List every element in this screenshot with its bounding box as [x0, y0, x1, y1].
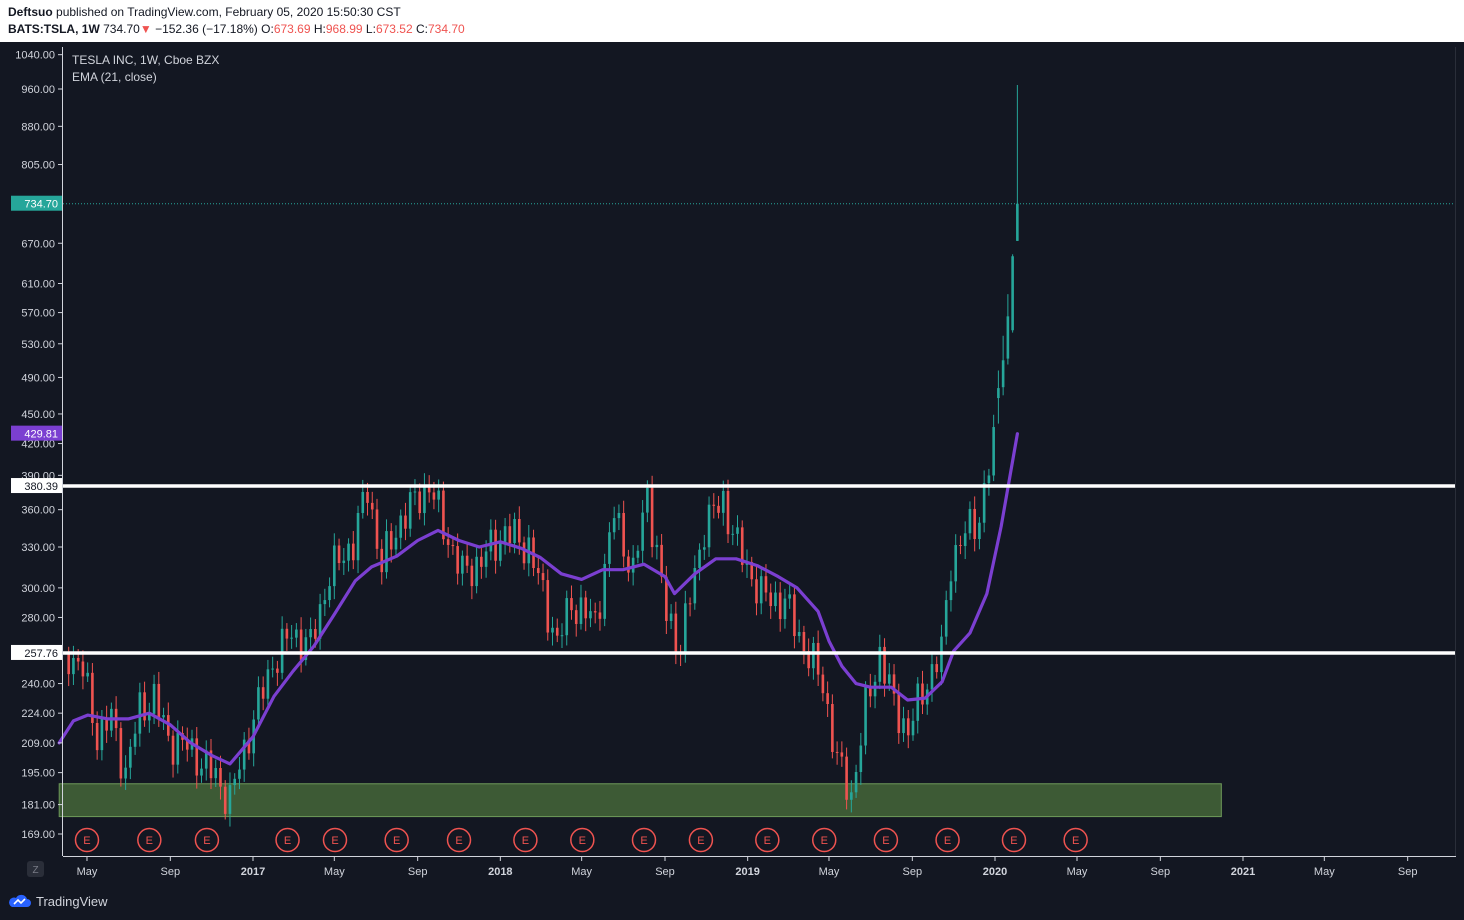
y-tick-label: 805.00: [21, 160, 55, 172]
x-tick-label: 2021: [1231, 866, 1255, 878]
low-label: L:: [365, 22, 376, 36]
candle[interactable]: [864, 681, 867, 755]
symbol-label: BATS:TSLA, 1W: [8, 22, 100, 36]
x-tick-label: May: [819, 866, 840, 878]
x-tick-label: Sep: [408, 866, 428, 878]
y-tick-label: 960.00: [21, 84, 55, 96]
y-tick-label: 1040.00: [15, 50, 55, 62]
x-tick-label: Sep: [161, 866, 181, 878]
timezone-button-label: Z: [32, 865, 38, 876]
y-tick-label: 240.00: [21, 679, 55, 691]
price-axis-label: 257.76: [11, 644, 62, 660]
x-tick-label: Sep: [655, 866, 675, 878]
price-axis-label-text: 429.81: [24, 429, 58, 441]
y-tick-label: 570.00: [21, 308, 55, 320]
earnings-marker-label: E: [455, 835, 462, 847]
open-label: O:: [261, 22, 274, 36]
y-tick-label: 300.00: [21, 583, 55, 595]
x-tick-label: 2019: [735, 866, 759, 878]
y-tick-label: 195.00: [21, 768, 55, 780]
price-axis-label: 380.39: [11, 478, 62, 494]
close-label: C:: [415, 22, 428, 36]
x-tick-label: 2017: [241, 866, 265, 878]
candle[interactable]: [603, 553, 606, 627]
x-tick-label: Sep: [1398, 866, 1418, 878]
x-tick-label: Sep: [1151, 866, 1171, 878]
candle[interactable]: [119, 722, 123, 787]
open-value: 673.69: [273, 22, 311, 36]
x-tick-label: May: [1067, 866, 1088, 878]
x-tick-label: May: [324, 866, 345, 878]
y-tick-label: 530.00: [21, 339, 55, 351]
candle[interactable]: [650, 475, 654, 558]
earnings-marker-label: E: [83, 835, 90, 847]
change-arrow: ▼: [139, 22, 152, 36]
earnings-marker-label: E: [944, 835, 951, 847]
y-tick-label: 610.00: [21, 278, 55, 290]
earnings-marker-label: E: [203, 835, 210, 847]
publish-header: Deftsuo published on TradingView.com, Fe…: [0, 0, 1464, 42]
earnings-marker-label: E: [331, 835, 338, 847]
y-tick-label: 490.00: [21, 372, 55, 384]
earnings-marker-label: E: [640, 835, 647, 847]
high-value: 968.99: [325, 22, 363, 36]
earnings-marker-label: E: [284, 835, 291, 847]
price-axis-label-text: 380.39: [24, 481, 58, 493]
price-axis-label: 734.70: [11, 195, 62, 211]
x-tick-label: May: [571, 866, 592, 878]
tradingview-cloud-icon: [9, 894, 31, 907]
publish-line: Deftsuo published on TradingView.com, Fe…: [8, 5, 401, 19]
x-tick-label: May: [1314, 866, 1335, 878]
earnings-marker-label: E: [764, 835, 771, 847]
published-text: published on TradingView.com, February 0…: [56, 5, 401, 19]
y-tick-label: 169.00: [21, 829, 55, 841]
low-value: 673.52: [375, 22, 413, 36]
ohlc-line: BATS:TSLA, 1W 734.70▼ −152.36 (−17.18%) …: [8, 22, 465, 36]
high-label: H:: [313, 22, 326, 36]
author-name[interactable]: Deftsuo: [8, 5, 53, 19]
y-tick-label: 360.00: [21, 505, 55, 517]
y-tick-label: 450.00: [21, 409, 55, 421]
candle[interactable]: [1011, 254, 1014, 333]
earnings-marker-label: E: [697, 835, 704, 847]
y-tick-label: 880.00: [21, 121, 55, 133]
y-tick-label: 330.00: [21, 542, 55, 554]
legend-title: TESLA INC, 1W, Cboe BZX: [72, 53, 219, 67]
price-axis-label-text: 257.76: [24, 648, 58, 660]
candle[interactable]: [442, 481, 445, 545]
y-tick-label: 181.00: [21, 800, 55, 812]
x-tick-label: 2020: [983, 866, 1007, 878]
y-tick-label: 670.00: [21, 238, 55, 250]
x-tick-label: May: [77, 866, 98, 878]
last-price: 734.70: [103, 22, 140, 36]
x-tick-label: Sep: [903, 866, 923, 878]
price-axis-label-text: 734.70: [24, 199, 58, 211]
earnings-marker-label: E: [393, 835, 400, 847]
y-tick-label: 224.00: [21, 708, 55, 720]
price-change: −152.36 (−17.18%): [155, 22, 258, 36]
earnings-marker-label: E: [146, 835, 153, 847]
earnings-marker-label: E: [1010, 835, 1017, 847]
tradingview-brand[interactable]: TradingView: [6, 893, 108, 909]
y-tick-label: 209.00: [21, 738, 55, 750]
close-value: 734.70: [427, 22, 465, 36]
y-tick-label: 280.00: [21, 612, 55, 624]
earnings-marker-label: E: [579, 835, 586, 847]
earnings-marker-label: E: [1072, 835, 1079, 847]
price-chart[interactable]: E E E E E E E E E E E E E E E E E 1040.00 960.00 880.00 805…: [0, 42, 1464, 884]
tradingview-label: TradingView: [36, 893, 108, 909]
support-zone[interactable]: [58, 783, 1222, 818]
x-tick-label: 2018: [488, 866, 512, 878]
earnings-marker-label: E: [821, 835, 828, 847]
price-axis-label: 429.81: [11, 425, 62, 441]
candle[interactable]: [740, 520, 744, 573]
legend-indicator[interactable]: EMA (21, close): [72, 70, 157, 84]
earnings-marker-label: E: [522, 835, 529, 847]
earnings-marker-label: E: [882, 835, 889, 847]
